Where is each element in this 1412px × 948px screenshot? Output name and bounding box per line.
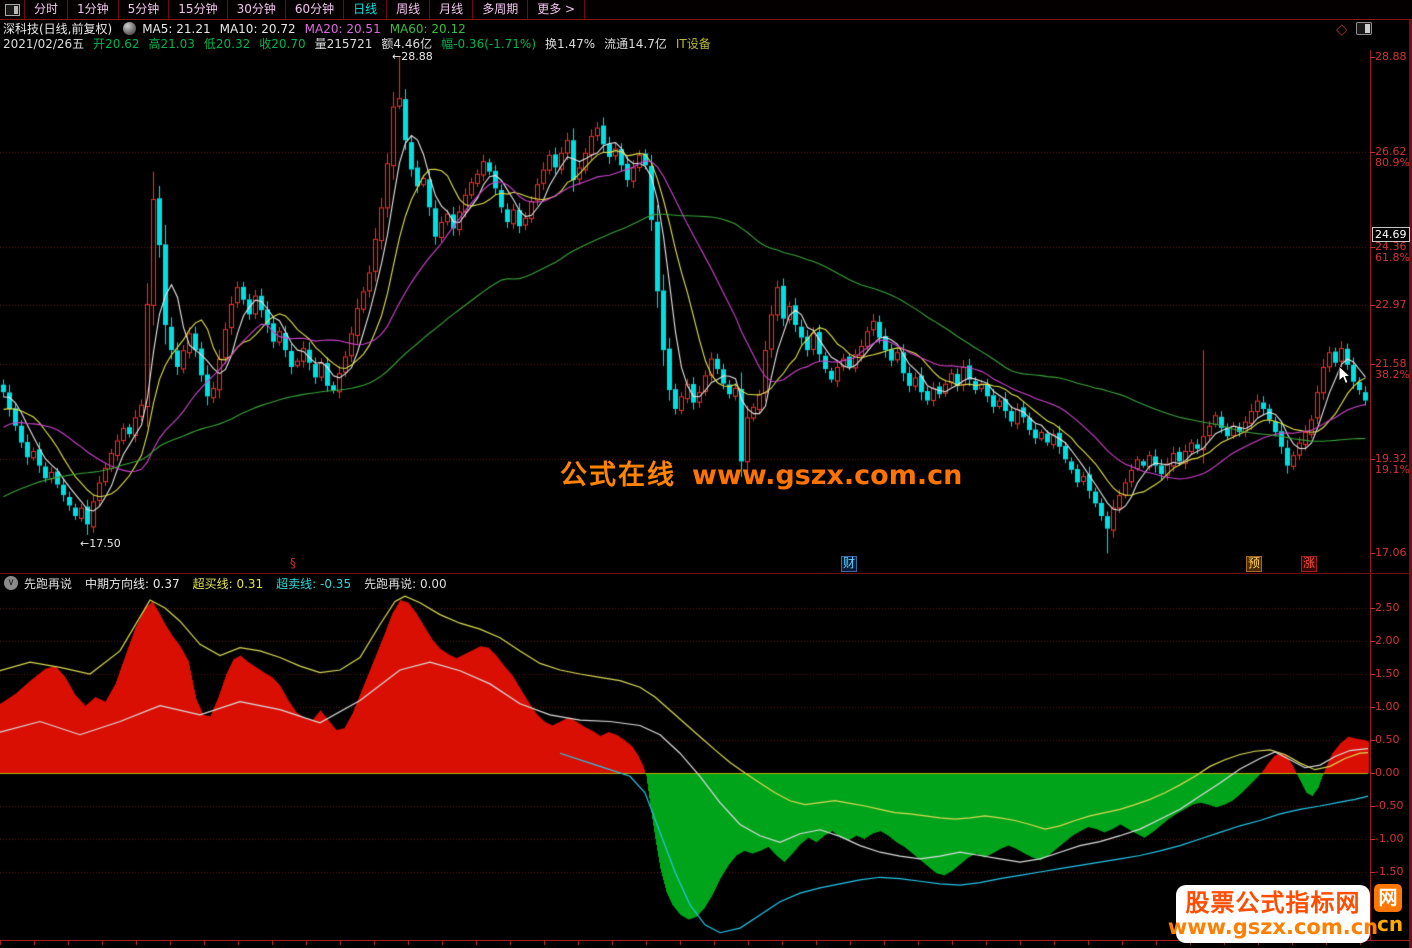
- period-tab-2[interactable]: 5分钟: [119, 0, 170, 19]
- axis-label-28.88: 28.88: [1375, 51, 1407, 63]
- period-tab-3[interactable]: 15分钟: [169, 0, 227, 19]
- quote-segment-3: 低20.32: [204, 35, 250, 52]
- sub-axis-tick: [1370, 608, 1375, 609]
- event-marker-预[interactable]: 预: [1246, 556, 1262, 572]
- quote-segment-9: 流通14.7亿: [604, 35, 667, 52]
- quote-segment-4: 收20.70: [259, 35, 305, 52]
- site-logo-cn: cn: [1377, 912, 1403, 936]
- peak-price-annotation: ←28.88: [392, 50, 433, 63]
- indicator-name[interactable]: 先跑再说: [24, 575, 72, 592]
- sub-axis-label-0.50: 0.50: [1375, 734, 1400, 746]
- period-tab-4[interactable]: 30分钟: [228, 0, 286, 19]
- sub-axis-tick: [1370, 806, 1375, 807]
- quote-segment-2: 高21.03: [149, 35, 195, 52]
- quote-segment-6: 额4.46亿: [381, 35, 432, 52]
- sub-axis-label--1.00: -1.00: [1375, 833, 1403, 845]
- axis-tick: [1370, 152, 1375, 153]
- sub-axis-tick: [1370, 872, 1375, 873]
- quote-segment-5: 量215721: [315, 35, 373, 52]
- sub-axis-label-2.00: 2.00: [1375, 635, 1400, 647]
- indicator-param-3: 先跑再说: 0.00: [364, 575, 447, 592]
- badge-title: 股票公式指标网: [1186, 890, 1361, 916]
- sub-axis-label-0.00: 0.00: [1375, 767, 1400, 779]
- panel-layout-icon[interactable]: [1356, 22, 1372, 35]
- period-tab-5[interactable]: 60分钟: [286, 0, 344, 19]
- period-tab-9[interactable]: 多周期: [473, 0, 528, 19]
- quote-segment-7: 幅-0.36(-1.71%): [441, 35, 536, 52]
- sub-axis-label-1.00: 1.00: [1375, 701, 1400, 713]
- event-marker-§[interactable]: §: [289, 556, 297, 570]
- clock-icon[interactable]: [123, 22, 136, 35]
- axis-label-19.1%: 19.1%: [1375, 464, 1410, 476]
- period-tab-1[interactable]: 1分钟: [68, 0, 119, 19]
- sub-axis-label-1.50: 1.50: [1375, 668, 1400, 680]
- sub-axis-label--1.50: -1.50: [1375, 866, 1403, 878]
- indicator-param-0: 中期方向线: 0.37: [85, 575, 180, 592]
- axis-tick: [1370, 553, 1375, 554]
- badge-url: www.gszx.com.cn: [1168, 916, 1378, 939]
- period-toolbar: 分时1分钟5分钟15分钟30分钟60分钟日线周线月线多周期更多 >: [0, 0, 1412, 20]
- ma-value-3: MA20: 20.51: [305, 22, 381, 36]
- sub-axis-tick: [1370, 839, 1375, 840]
- axis-tick: [1370, 459, 1375, 460]
- window-icon: [5, 4, 20, 16]
- period-tab-10[interactable]: 更多 >: [528, 0, 585, 19]
- sub-axis-tick: [1370, 674, 1375, 675]
- quote-segment-8: 换1.47%: [545, 35, 595, 52]
- mouse-cursor-icon: [1338, 366, 1352, 389]
- sub-axis-tick: [1370, 707, 1375, 708]
- watermark-cn-text: 公式在线: [560, 460, 676, 491]
- event-marker-财[interactable]: 财: [841, 556, 857, 572]
- axis-label-17.06: 17.06: [1375, 547, 1407, 559]
- ma-value-1: MA5: 21.21: [142, 22, 210, 36]
- sub-axis-tick: [1370, 641, 1375, 642]
- axis-tick: [1370, 364, 1375, 365]
- quote-info-row: 2021/02/26五开20.62 高21.03 低20.32 收20.70 量2157…: [3, 36, 720, 50]
- axis-tick: [1370, 247, 1375, 248]
- indicator-params: 中期方向线: 0.37 超买线: 0.31 超卖线: -0.35 先跑再说: 0.00: [85, 575, 460, 592]
- sub-axis-label-2.50: 2.50: [1375, 602, 1400, 614]
- ma-value-4: MA60: 20.12: [390, 22, 466, 36]
- axis-tick: [1370, 57, 1375, 58]
- diamond-icon[interactable]: ◇: [1336, 20, 1348, 38]
- quote-segment-1: 开20.62: [93, 35, 139, 52]
- price-axis-line: [1370, 50, 1371, 941]
- period-tab-8[interactable]: 月线: [430, 0, 473, 19]
- axis-label-80.9%: 80.9%: [1375, 157, 1410, 169]
- indicator-chart-canvas[interactable]: [0, 592, 1370, 941]
- period-tab-6[interactable]: 日线: [344, 0, 387, 19]
- window-toggle-button[interactable]: [0, 0, 25, 19]
- axis-tick: [1370, 305, 1375, 306]
- ma-value-2: MA10: 20.72: [220, 22, 296, 36]
- ma-values: MA5: 21.21 MA10: 20.72 MA20: 20.51 MA60: 20…: [142, 22, 475, 36]
- sub-axis-label--0.50: -0.50: [1375, 800, 1403, 812]
- period-tab-0[interactable]: 分时: [25, 0, 68, 19]
- indicator-param-2: 超卖线: -0.35: [276, 575, 351, 592]
- center-watermark: 公式在线 www.gszx.com.cn: [560, 453, 962, 492]
- quote-segment-0: 2021/02/26五: [3, 35, 84, 52]
- trough-price-annotation: ←17.50: [80, 537, 121, 550]
- indicator-param-1: 超买线: 0.31: [193, 575, 264, 592]
- sub-axis-tick: [1370, 773, 1375, 774]
- axis-label-22.97: 22.97: [1375, 299, 1407, 311]
- bottom-axis-ticks: [0, 941, 1370, 945]
- sub-axis-tick: [1370, 740, 1375, 741]
- indicator-header-row: ∨ 先跑再说 中期方向线: 0.37 超买线: 0.31 超卖线: -0.35 先跑再…: [3, 575, 460, 591]
- tdx-stock-app-window: 分时1分钟5分钟15分钟30分钟60分钟日线周线月线多周期更多 > 复权叠加历史…: [0, 0, 1412, 948]
- site-logo-icon: 网: [1374, 884, 1402, 912]
- axis-label-61.8%: 61.8%: [1375, 252, 1410, 264]
- period-tabs: 分时1分钟5分钟15分钟30分钟60分钟日线周线月线多周期更多 >: [25, 0, 585, 19]
- chevron-down-icon[interactable]: ∨: [4, 576, 18, 590]
- axis-label-38.2%: 38.2%: [1375, 369, 1410, 381]
- watermark-badge: 股票公式指标网 www.gszx.com.cn: [1176, 885, 1370, 943]
- event-marker-涨[interactable]: 涨: [1301, 556, 1317, 572]
- quote-segment-10: IT设备: [676, 35, 711, 52]
- period-tab-7[interactable]: 周线: [387, 0, 430, 19]
- watermark-url-text: www.gszx.com.cn: [692, 460, 962, 491]
